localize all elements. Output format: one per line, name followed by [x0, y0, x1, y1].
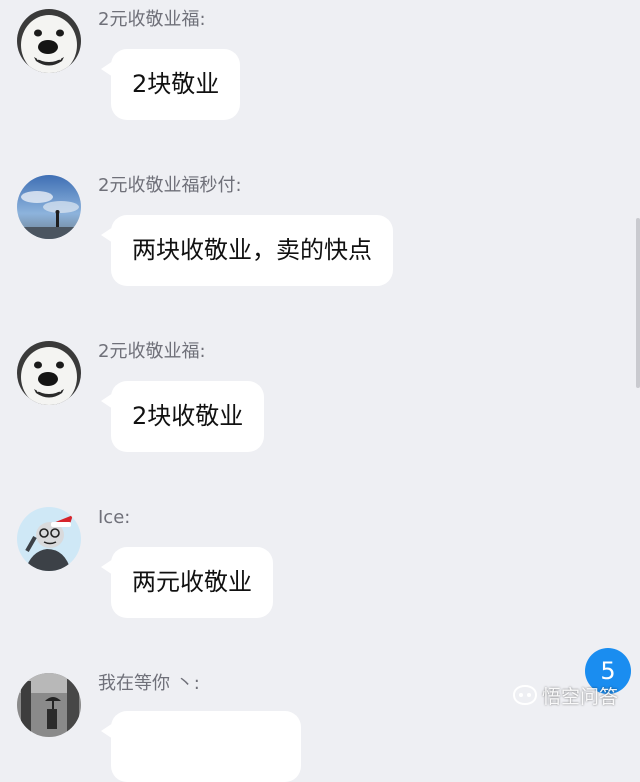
message-bubble[interactable] [101, 711, 301, 782]
message-bubble[interactable]: 两块收敬业，卖的快点 [101, 215, 393, 286]
watermark-text: 悟空问答 [542, 685, 619, 708]
wukong-watermark: 悟空问答 [512, 680, 618, 710]
sender-name: 2元收敬业福: [98, 341, 206, 362]
sky-person-avatar[interactable] [17, 175, 81, 239]
message-bubble[interactable]: 2块收敬业 [100, 381, 265, 452]
message-bubble[interactable]: 两元收敬业 [101, 547, 273, 618]
chat-message-list[interactable]: 2元收敬业福: 2块敬业 2元收敬业福秒付: 两块收敬业，卖的快点 2元收敬业福… [0, 0, 640, 782]
cartoon-santa-hat-avatar[interactable] [17, 507, 81, 571]
sender-name: 我在等你 丶: [98, 673, 200, 694]
white-dog-avatar[interactable] [17, 341, 81, 405]
sender-name: 2元收敬业福: [98, 9, 206, 30]
wukong-logo-icon [512, 683, 538, 707]
scrollbar[interactable] [636, 218, 640, 388]
white-dog-avatar[interactable] [17, 9, 81, 73]
sender-name: 2元收敬业福秒付: [98, 175, 242, 196]
bw-street-avatar[interactable] [17, 673, 81, 737]
sender-name: Ice: [98, 507, 131, 528]
message-bubble[interactable]: 2块敬业 [100, 49, 241, 120]
